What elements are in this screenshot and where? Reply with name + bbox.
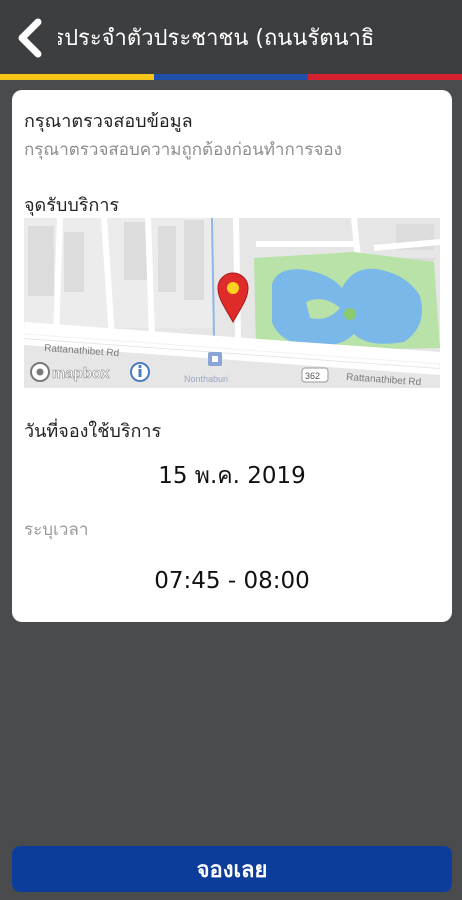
map-place-label: Nonthaburi [184, 374, 228, 384]
service-point-label: จุดรับบริการ [24, 195, 120, 216]
header-stripe-yellow [0, 74, 154, 80]
page-title-text: บัตรประจำตัวประชาชน (ถนนรัตนาธิ [58, 26, 375, 51]
chevron-left-icon [18, 18, 42, 58]
header-stripe-blue [154, 74, 308, 80]
booking-summary-card: กรุณาตรวจสอบข้อมูล กรุณาตรวจสอบความถูกต้… [12, 90, 452, 622]
map-info-icon[interactable] [130, 362, 150, 382]
card-heading: กรุณาตรวจสอบข้อมูล [24, 111, 193, 132]
time-label: ระบุเวลา [24, 520, 89, 540]
booking-date-label: วันที่จองใช้บริการ [24, 421, 162, 442]
map-attribution: mapbox [52, 365, 110, 382]
time-value: 07:45 - 08:00 [154, 568, 310, 594]
transit-station-icon [208, 352, 222, 366]
card-subheading: กรุณาตรวจสอบความถูกต้องก่อนทำการจอง [24, 140, 342, 160]
back-button[interactable] [8, 14, 52, 62]
map-canvas: Rattanathibet Rd Rattanathibet Rd 362 ma… [24, 218, 440, 388]
map-road-number: 362 [305, 371, 320, 381]
header-stripe-red [308, 74, 462, 80]
mapbox-logo-icon [30, 362, 50, 382]
page-title: บัตรประจำตัวประชาชน (ถนนรัตนาธิ [58, 0, 462, 74]
app-header: บัตรประจำตัวประชาชน (ถนนรัตนาธิ [0, 0, 462, 74]
booking-date-value: 15 พ.ค. 2019 [158, 463, 306, 489]
book-now-button[interactable]: จองเลย [12, 846, 452, 892]
service-point-map[interactable]: Rattanathibet Rd Rattanathibet Rd 362 ma… [24, 218, 440, 388]
